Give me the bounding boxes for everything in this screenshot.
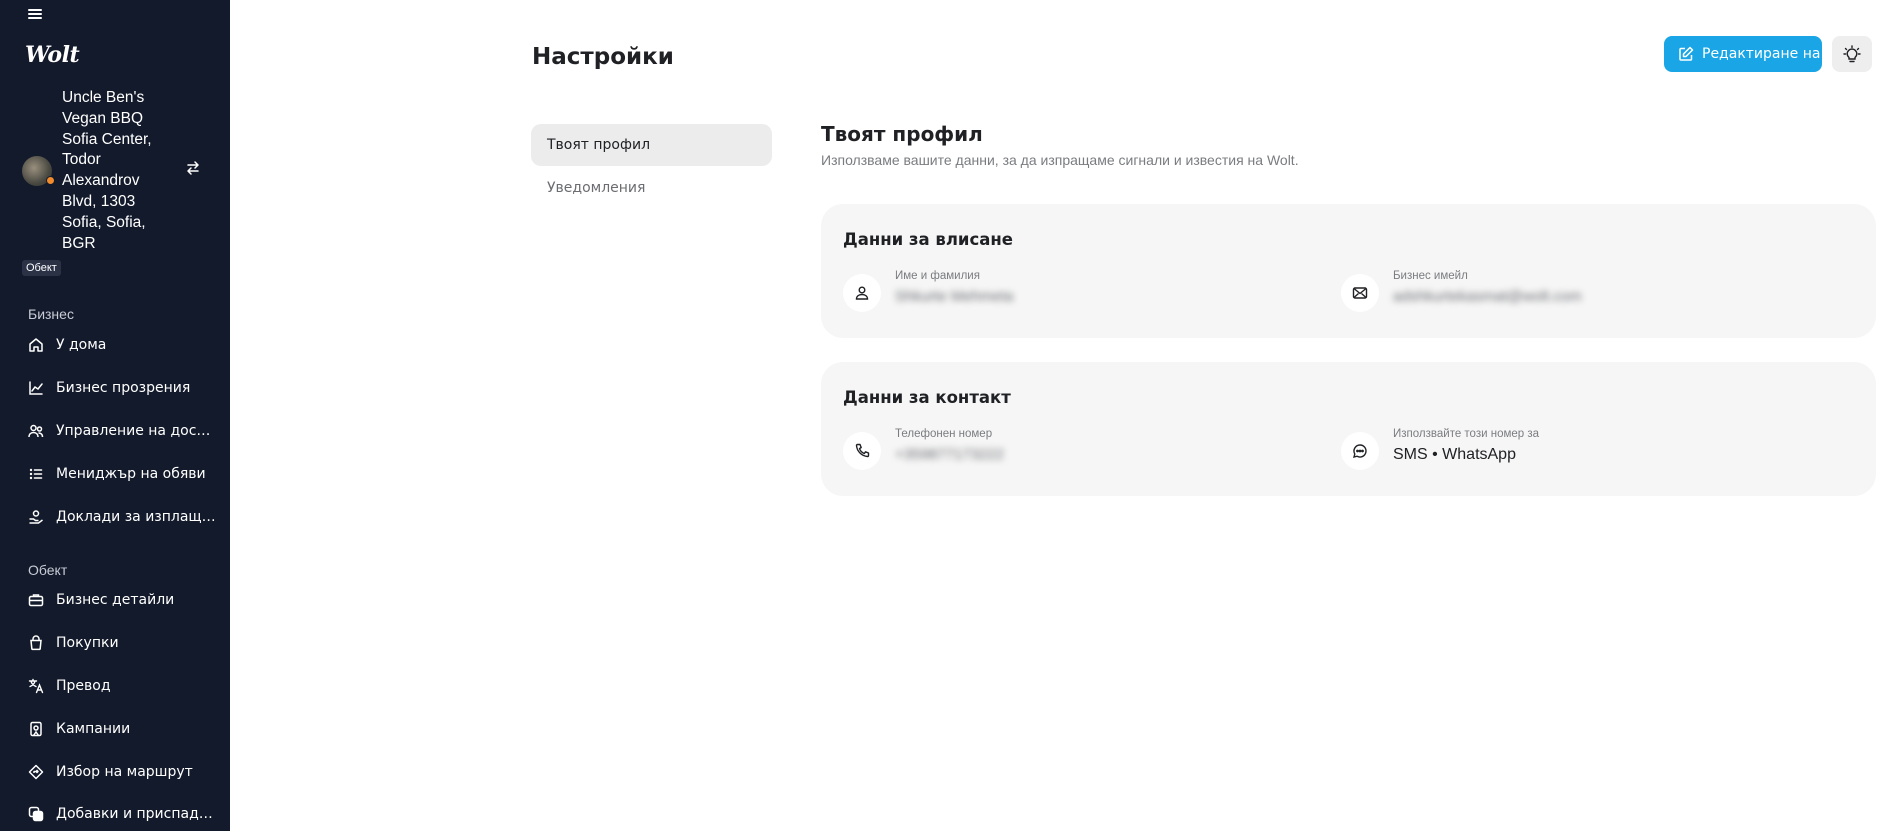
sidebar: Wolt Uncle Ben's Vegan BBQ Sofia Center,… [0, 0, 230, 831]
venue-switcher[interactable]: Uncle Ben's Vegan BBQ Sofia Center, Todo… [20, 88, 220, 260]
contact-details-card: Данни за контакт Телефонен номер +359877… [821, 362, 1876, 496]
sidebar-item-translation[interactable]: Превод [0, 667, 230, 705]
profile-section-description: Използваме вашите данни, за да изпращаме… [821, 152, 1299, 168]
briefcase-icon [28, 592, 44, 608]
number-usage-field: Използвайте този номер за SMS • WhatsApp [1341, 428, 1841, 472]
profile-section-title: Твоят профил [821, 122, 983, 146]
venue-type-badge: Обект [22, 260, 61, 276]
sidebar-item-label: Управление на дост... [56, 423, 216, 439]
sidebar-item-label: Избор на маршрут [56, 764, 193, 780]
lightbulb-icon [1843, 45, 1861, 63]
hamburger-menu-icon[interactable] [28, 7, 46, 25]
sidebar-item-home[interactable]: У дома [0, 326, 230, 364]
sidebar-item-label: Мениджър на обяви [56, 466, 206, 482]
sidebar-item-label: Добавки и приспада... [56, 806, 216, 822]
usage-label: Използвайте този номер за [1393, 428, 1540, 440]
sidebar-item-label: Бизнес прозрения [56, 380, 191, 396]
payout-icon [28, 509, 44, 525]
email-field: Бизнес имейл adshkurtekasmat@wolt.com [1341, 270, 1841, 314]
campaign-icon [28, 721, 44, 737]
switch-venue-icon[interactable] [182, 160, 204, 182]
sidebar-item-label: Доклади за изплаща... [56, 509, 216, 525]
sidebar-item-payout-reports[interactable]: Доклади за изплаща... [0, 498, 230, 536]
login-card-title: Данни за влисане [843, 230, 1013, 249]
sidebar-item-label: У дома [56, 337, 107, 353]
sidebar-item-business-insights[interactable]: Бизнес прозрения [0, 369, 230, 407]
translate-icon [28, 678, 44, 694]
route-icon [28, 764, 44, 780]
login-details-card: Данни за влисане Име и фамилия Shkurte M… [821, 204, 1876, 338]
sidebar-item-label: Бизнес детайли [56, 592, 175, 608]
home-icon [28, 337, 44, 353]
name-field: Име и фамилия Shkurte Mehmeta [843, 270, 1323, 314]
sidebar-item-purchases[interactable]: Покупки [0, 624, 230, 662]
shopping-bag-icon [28, 635, 44, 651]
chat-bubble-icon [1341, 432, 1379, 470]
contact-card-title: Данни за контакт [843, 388, 1011, 407]
sidebar-item-label: Покупки [56, 635, 119, 651]
venue-status-dot [46, 176, 55, 185]
sidebar-item-business-details[interactable]: Бизнес детайли [0, 581, 230, 619]
sidebar-item-campaigns[interactable]: Кампании [0, 710, 230, 748]
chart-line-icon [28, 380, 44, 396]
list-icon [28, 466, 44, 482]
subnav-notifications[interactable]: Уведомления [531, 167, 772, 209]
sidebar-item-label: Превод [56, 678, 111, 694]
page-title: Настройки [532, 44, 674, 70]
name-label: Име и фамилия [895, 270, 980, 282]
phone-icon [843, 432, 881, 470]
wolt-logo: Wolt [25, 42, 80, 68]
sidebar-item-access-management[interactable]: Управление на дост... [0, 412, 230, 450]
sidebar-item-addons[interactable]: Добавки и приспада... [0, 795, 230, 831]
edit-icon [1679, 46, 1694, 61]
user-icon [843, 274, 881, 312]
edit-button-label: Редактиране на [1702, 46, 1821, 62]
section-label-business: Бизнес [28, 306, 74, 322]
email-value: adshkurtekasmat@wolt.com [1393, 288, 1582, 305]
phone-label: Телефонен номер [895, 428, 993, 440]
phone-value: +359877173222 [895, 446, 1004, 463]
phone-field: Телефонен номер +359877173222 [843, 428, 1323, 472]
users-icon [28, 423, 44, 439]
venue-name: Uncle Ben's Vegan BBQ Sofia Center, Todo… [62, 89, 152, 252]
section-label-venue: Обект [28, 562, 68, 578]
sidebar-item-route-selection[interactable]: Избор на маршрут [0, 753, 230, 791]
addons-icon [28, 806, 44, 822]
tips-button[interactable] [1832, 36, 1872, 72]
edit-button[interactable]: Редактиране на [1664, 36, 1822, 72]
subnav-your-profile[interactable]: Твоят профил [531, 124, 772, 166]
name-value: Shkurte Mehmeta [895, 288, 1014, 305]
email-label: Бизнес имейл [1393, 270, 1468, 282]
sidebar-item-label: Кампании [56, 721, 131, 737]
sidebar-item-listing-manager[interactable]: Мениджър на обяви [0, 455, 230, 493]
usage-value: SMS • WhatsApp [1393, 446, 1516, 463]
mail-icon [1341, 274, 1379, 312]
